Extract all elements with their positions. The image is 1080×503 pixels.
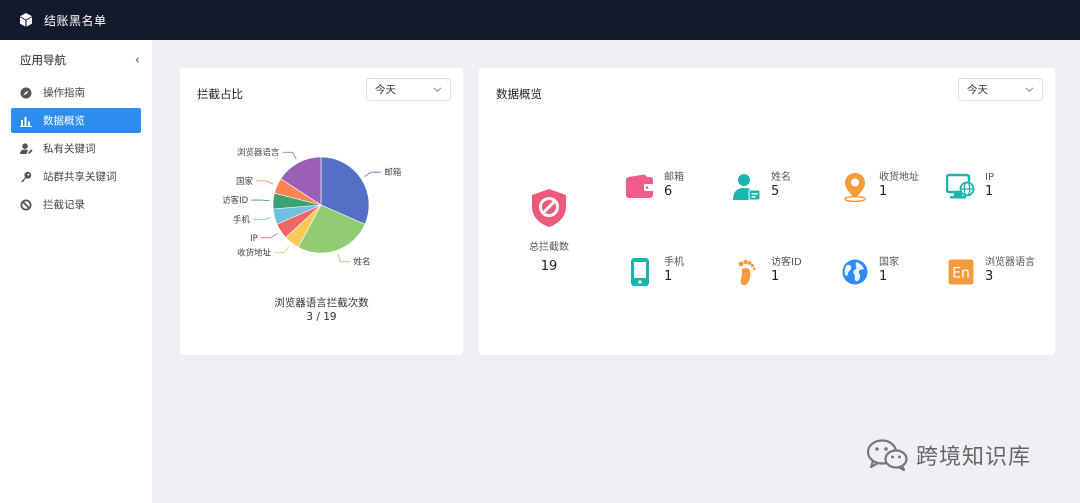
key-icon (19, 170, 33, 184)
compass-icon (19, 86, 33, 100)
user-card-icon (732, 172, 762, 202)
stat-value: 1 (771, 269, 780, 284)
wechat-icon (866, 439, 908, 472)
stat-visitor-id: 访客ID 1 (732, 257, 837, 291)
stat-value: 5 (771, 184, 780, 199)
ban-icon (19, 198, 33, 212)
sidebar-item-private-keywords[interactable]: 私有关键词 (11, 136, 141, 161)
footprint-icon (732, 257, 762, 287)
card-title: 拦截占比 (197, 87, 243, 101)
select-value: 今天 (375, 84, 396, 96)
card-title: 数据概览 (496, 87, 542, 101)
pie-leader-line (252, 217, 271, 221)
stat-address: 收货地址 1 (840, 172, 945, 206)
pie-slice-label: 收货地址 (237, 247, 272, 258)
wallet-icon (625, 172, 655, 202)
pie-slice-label: 邮箱 (384, 167, 402, 178)
sidebar-item-guide[interactable]: 操作指南 (11, 80, 141, 105)
stat-label: 手机 (664, 257, 684, 268)
stat-value: 1 (879, 184, 888, 199)
stat-ip: IP 1 (946, 172, 1051, 206)
stat-value: 6 (664, 184, 673, 199)
sidebar-heading: 应用导航 (20, 53, 66, 67)
pie-leader-line (337, 254, 351, 263)
pie-slice-label: 姓名 (353, 257, 370, 268)
stat-label: 国家 (879, 257, 899, 268)
data-overview-card: 数据概览 今天 总拦截数 19 邮箱 6 姓名 5 收货地址 1 IP 1 手机… (479, 68, 1055, 355)
sidebar-item-label: 操作指南 (43, 87, 85, 99)
language-en-icon: En (946, 257, 976, 287)
pie-chart-area: 邮箱姓名 收货地址 IP 手机 访客ID 国家 浏览器语言 (180, 138, 463, 288)
pie-leader-line (274, 245, 290, 253)
sidebar-item-label: 私有关键词 (43, 143, 96, 155)
stat-value: 3 (985, 269, 994, 284)
sidebar-item-overview[interactable]: 数据概览 (11, 108, 141, 133)
total-intercepts: 总拦截数 19 (519, 188, 579, 274)
pie-caption-label: 浏览器语言拦截次数 (274, 297, 369, 309)
user-edit-icon (19, 142, 33, 156)
stat-phone: 手机 1 (625, 257, 730, 291)
watermark: 跨境知识库 (866, 438, 1031, 472)
collapse-chevron-icon[interactable]: ‹ (135, 53, 140, 68)
stat-label: 收货地址 (879, 172, 919, 183)
pie-caption-value: 3 / 19 (306, 311, 337, 323)
pie-slice-label: 手机 (233, 215, 251, 226)
pie-leader-line (256, 180, 274, 185)
pie-slice-label: 浏览器语言 (237, 147, 280, 158)
sidebar-item-shared-keywords[interactable]: 站群共享关键词 (11, 164, 141, 189)
sidebar-item-intercept-log[interactable]: 拦截记录 (11, 192, 141, 217)
sidebar-item-label: 站群共享关键词 (43, 171, 117, 183)
svg-text:En: En (952, 266, 970, 282)
total-value: 19 (540, 259, 558, 274)
pie-slice-label: 国家 (236, 176, 254, 187)
stat-value: 1 (985, 184, 994, 199)
stat-country: 国家 1 (840, 257, 945, 291)
stat-label: 姓名 (771, 172, 791, 183)
sidebar-item-label: 拦截记录 (43, 199, 85, 211)
chevron-down-icon (1025, 87, 1034, 93)
stat-browser-language: En 浏览器语言 3 (946, 257, 1051, 291)
pie-leader-line (251, 199, 270, 202)
pie-slice-label: IP (250, 234, 258, 244)
pie-chart: 邮箱姓名 收货地址 IP 手机 访客ID 国家 浏览器语言 (222, 147, 402, 268)
select-value: 今天 (967, 84, 988, 96)
stat-email: 邮箱 6 (625, 172, 730, 206)
total-label: 总拦截数 (529, 242, 569, 253)
stat-name: 姓名 5 (732, 172, 837, 206)
stat-label: 访客ID (771, 257, 802, 268)
stat-value: 1 (664, 269, 673, 284)
cube-logo-icon (20, 13, 32, 27)
stat-label: IP (985, 172, 994, 183)
date-range-select[interactable]: 今天 (366, 78, 451, 101)
sidebar-header: 应用导航 ‹ (0, 40, 152, 80)
date-range-select[interactable]: 今天 (958, 78, 1043, 101)
intercept-ratio-card: 拦截占比 今天 邮箱姓名 收货地址 IP 手机 访客ID 国家 浏览器语言 浏览器语言拦截次… (180, 68, 463, 355)
monitor-globe-icon (946, 172, 976, 202)
pie-leader-line (260, 233, 278, 239)
stat-label: 邮箱 (664, 172, 684, 183)
bar-chart-icon (19, 114, 33, 128)
globe-icon (840, 257, 870, 287)
shield-ban-icon (532, 189, 566, 227)
stat-label: 浏览器语言 (985, 257, 1035, 268)
sidebar-item-label: 数据概览 (43, 115, 85, 127)
pie-leader-line (364, 171, 382, 177)
phone-icon (625, 257, 655, 287)
watermark-text: 跨境知识库 (916, 445, 1032, 470)
location-pin-icon (840, 172, 870, 202)
app-title: 结账黑名单 (44, 13, 107, 28)
chevron-down-icon (433, 87, 442, 93)
pie-leader-line (282, 151, 297, 160)
stat-value: 1 (879, 269, 888, 284)
pie-slice-label: 访客ID (222, 195, 249, 206)
sidebar: 应用导航 ‹ 操作指南 数据概览 私有关键词 站群共享关键词 拦截记录 (0, 40, 152, 503)
top-bar: 结账黑名单 (0, 0, 1080, 40)
